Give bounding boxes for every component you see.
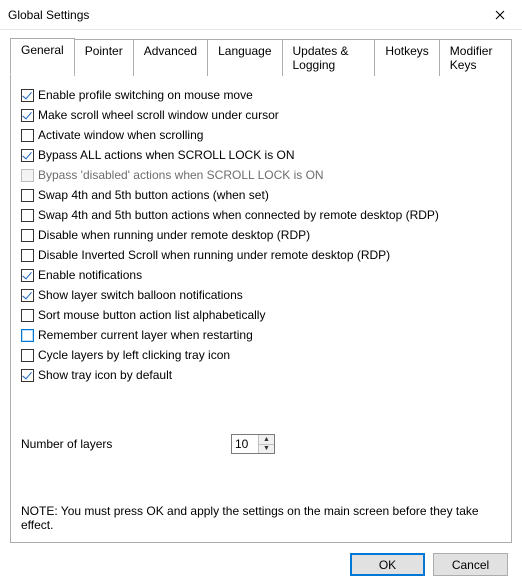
titlebar: Global Settings [0,0,522,30]
dialog-buttons: OK Cancel [10,543,512,576]
checkbox[interactable] [21,209,34,222]
checkbox-label: Enable profile switching on mouse move [38,87,253,104]
tab-advanced[interactable]: Advanced [133,39,208,76]
option-layer-switch-balloon[interactable]: Show layer switch balloon notifications [21,287,501,304]
close-icon [495,10,505,20]
note-text: NOTE: You must press OK and apply the se… [21,504,501,532]
option-bypass-disabled-scroll-lock: Bypass 'disabled' actions when SCROLL LO… [21,167,501,184]
number-of-layers-row: Number of layers ▲ ▼ [21,434,501,454]
checkbox-label: Disable when running under remote deskto… [38,227,310,244]
checkbox[interactable] [21,89,34,102]
option-remember-current-layer[interactable]: Remember current layer when restarting [21,327,501,344]
dialog-content: General Pointer Advanced Language Update… [0,30,522,551]
option-activate-window-scrolling[interactable]: Activate window when scrolling [21,127,501,144]
checkbox-label: Bypass 'disabled' actions when SCROLL LO… [38,167,324,184]
checkbox-label: Make scroll wheel scroll window under cu… [38,107,279,124]
number-of-layers-label: Number of layers [21,437,221,451]
checkbox[interactable] [21,349,34,362]
checkbox[interactable] [21,369,34,382]
checkbox [21,169,34,182]
checkbox[interactable] [21,269,34,282]
tab-panel-general: Enable profile switching on mouse move M… [10,74,512,543]
option-sort-alphabetically[interactable]: Sort mouse button action list alphabetic… [21,307,501,324]
option-cycle-layers-tray[interactable]: Cycle layers by left clicking tray icon [21,347,501,364]
number-of-layers-input[interactable] [232,435,258,453]
number-of-layers-spinner[interactable]: ▲ ▼ [231,434,275,454]
options-list: Enable profile switching on mouse move M… [21,87,501,384]
option-disable-inverted-scroll-rdp[interactable]: Disable Inverted Scroll when running und… [21,247,501,264]
option-bypass-all-scroll-lock[interactable]: Bypass ALL actions when SCROLL LOCK is O… [21,147,501,164]
option-scroll-under-cursor[interactable]: Make scroll wheel scroll window under cu… [21,107,501,124]
checkbox-label: Show layer switch balloon notifications [38,287,243,304]
spinner-down[interactable]: ▼ [259,445,274,454]
option-enable-notifications[interactable]: Enable notifications [21,267,501,284]
cancel-button[interactable]: Cancel [433,553,508,576]
checkbox-label: Swap 4th and 5th button actions when con… [38,207,439,224]
option-enable-profile-switching[interactable]: Enable profile switching on mouse move [21,87,501,104]
spinner-buttons: ▲ ▼ [258,435,274,453]
tab-modifier-keys[interactable]: Modifier Keys [439,39,512,76]
checkbox[interactable] [21,189,34,202]
checkbox[interactable] [21,229,34,242]
checkbox-label: Bypass ALL actions when SCROLL LOCK is O… [38,147,295,164]
checkbox-label: Sort mouse button action list alphabetic… [38,307,265,324]
tab-hotkeys[interactable]: Hotkeys [374,39,439,76]
checkbox-label: Show tray icon by default [38,367,172,384]
checkbox-label: Disable Inverted Scroll when running und… [38,247,390,264]
checkbox-label: Remember current layer when restarting [38,327,253,344]
ok-button[interactable]: OK [350,553,425,576]
checkbox[interactable] [21,249,34,262]
checkbox[interactable] [21,149,34,162]
tab-pointer[interactable]: Pointer [74,39,134,76]
option-swap-4th-5th-rdp[interactable]: Swap 4th and 5th button actions when con… [21,207,501,224]
option-swap-4th-5th[interactable]: Swap 4th and 5th button actions (when se… [21,187,501,204]
checkbox[interactable] [21,329,34,342]
close-button[interactable] [477,0,522,30]
checkbox-label: Activate window when scrolling [38,127,203,144]
checkbox[interactable] [21,129,34,142]
checkbox[interactable] [21,109,34,122]
checkbox-label: Enable notifications [38,267,142,284]
tab-strip: General Pointer Advanced Language Update… [10,38,512,75]
option-show-tray-icon[interactable]: Show tray icon by default [21,367,501,384]
option-disable-under-rdp[interactable]: Disable when running under remote deskto… [21,227,501,244]
tab-updates-logging[interactable]: Updates & Logging [282,39,376,76]
tab-general[interactable]: General [10,38,75,75]
checkbox-label: Cycle layers by left clicking tray icon [38,347,230,364]
checkbox-label: Swap 4th and 5th button actions (when se… [38,187,269,204]
checkbox[interactable] [21,309,34,322]
tab-language[interactable]: Language [207,39,282,76]
spinner-up[interactable]: ▲ [259,435,274,445]
window-title: Global Settings [8,8,89,22]
checkbox[interactable] [21,289,34,302]
